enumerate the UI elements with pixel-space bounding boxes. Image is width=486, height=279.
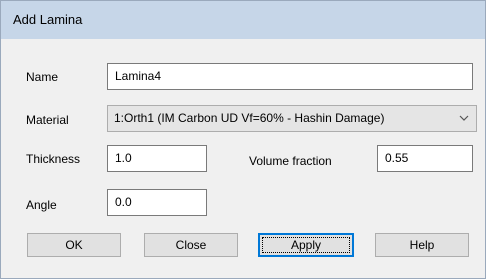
dialog-title: Add Lamina <box>13 12 83 27</box>
volume-fraction-label: Volume fraction <box>249 154 332 168</box>
name-input[interactable]: Lamina4 <box>107 63 473 90</box>
help-button[interactable]: Help <box>375 233 469 257</box>
volume-fraction-input-value: 0.55 <box>385 151 409 165</box>
close-button-label: Close <box>175 238 207 252</box>
material-label: Material <box>26 113 69 127</box>
title-bar: Add Lamina <box>1 1 485 39</box>
add-lamina-dialog: Add Lamina Name Lamina4 Material 1:Orth1… <box>0 0 486 279</box>
thickness-label: Thickness <box>26 152 81 166</box>
ok-button-label: OK <box>65 238 83 252</box>
apply-button-label: Apply <box>290 238 322 252</box>
volume-fraction-input[interactable]: 0.55 <box>377 145 473 172</box>
material-selected-value: 1:Orth1 (IM Carbon UD Vf=60% - Hashin Da… <box>114 111 385 125</box>
thickness-input-value: 1.0 <box>115 151 132 165</box>
chevron-down-icon <box>459 115 469 121</box>
angle-input-value: 0.0 <box>115 195 132 209</box>
close-button[interactable]: Close <box>144 233 238 257</box>
ok-button[interactable]: OK <box>27 233 121 257</box>
angle-input[interactable]: 0.0 <box>107 189 207 216</box>
name-label: Name <box>26 70 59 84</box>
material-select[interactable]: 1:Orth1 (IM Carbon UD Vf=60% - Hashin Da… <box>107 105 477 132</box>
apply-button[interactable]: Apply <box>258 233 354 257</box>
angle-label: Angle <box>26 198 57 212</box>
thickness-input[interactable]: 1.0 <box>107 145 207 172</box>
help-button-label: Help <box>409 238 435 252</box>
name-input-value: Lamina4 <box>115 69 162 83</box>
